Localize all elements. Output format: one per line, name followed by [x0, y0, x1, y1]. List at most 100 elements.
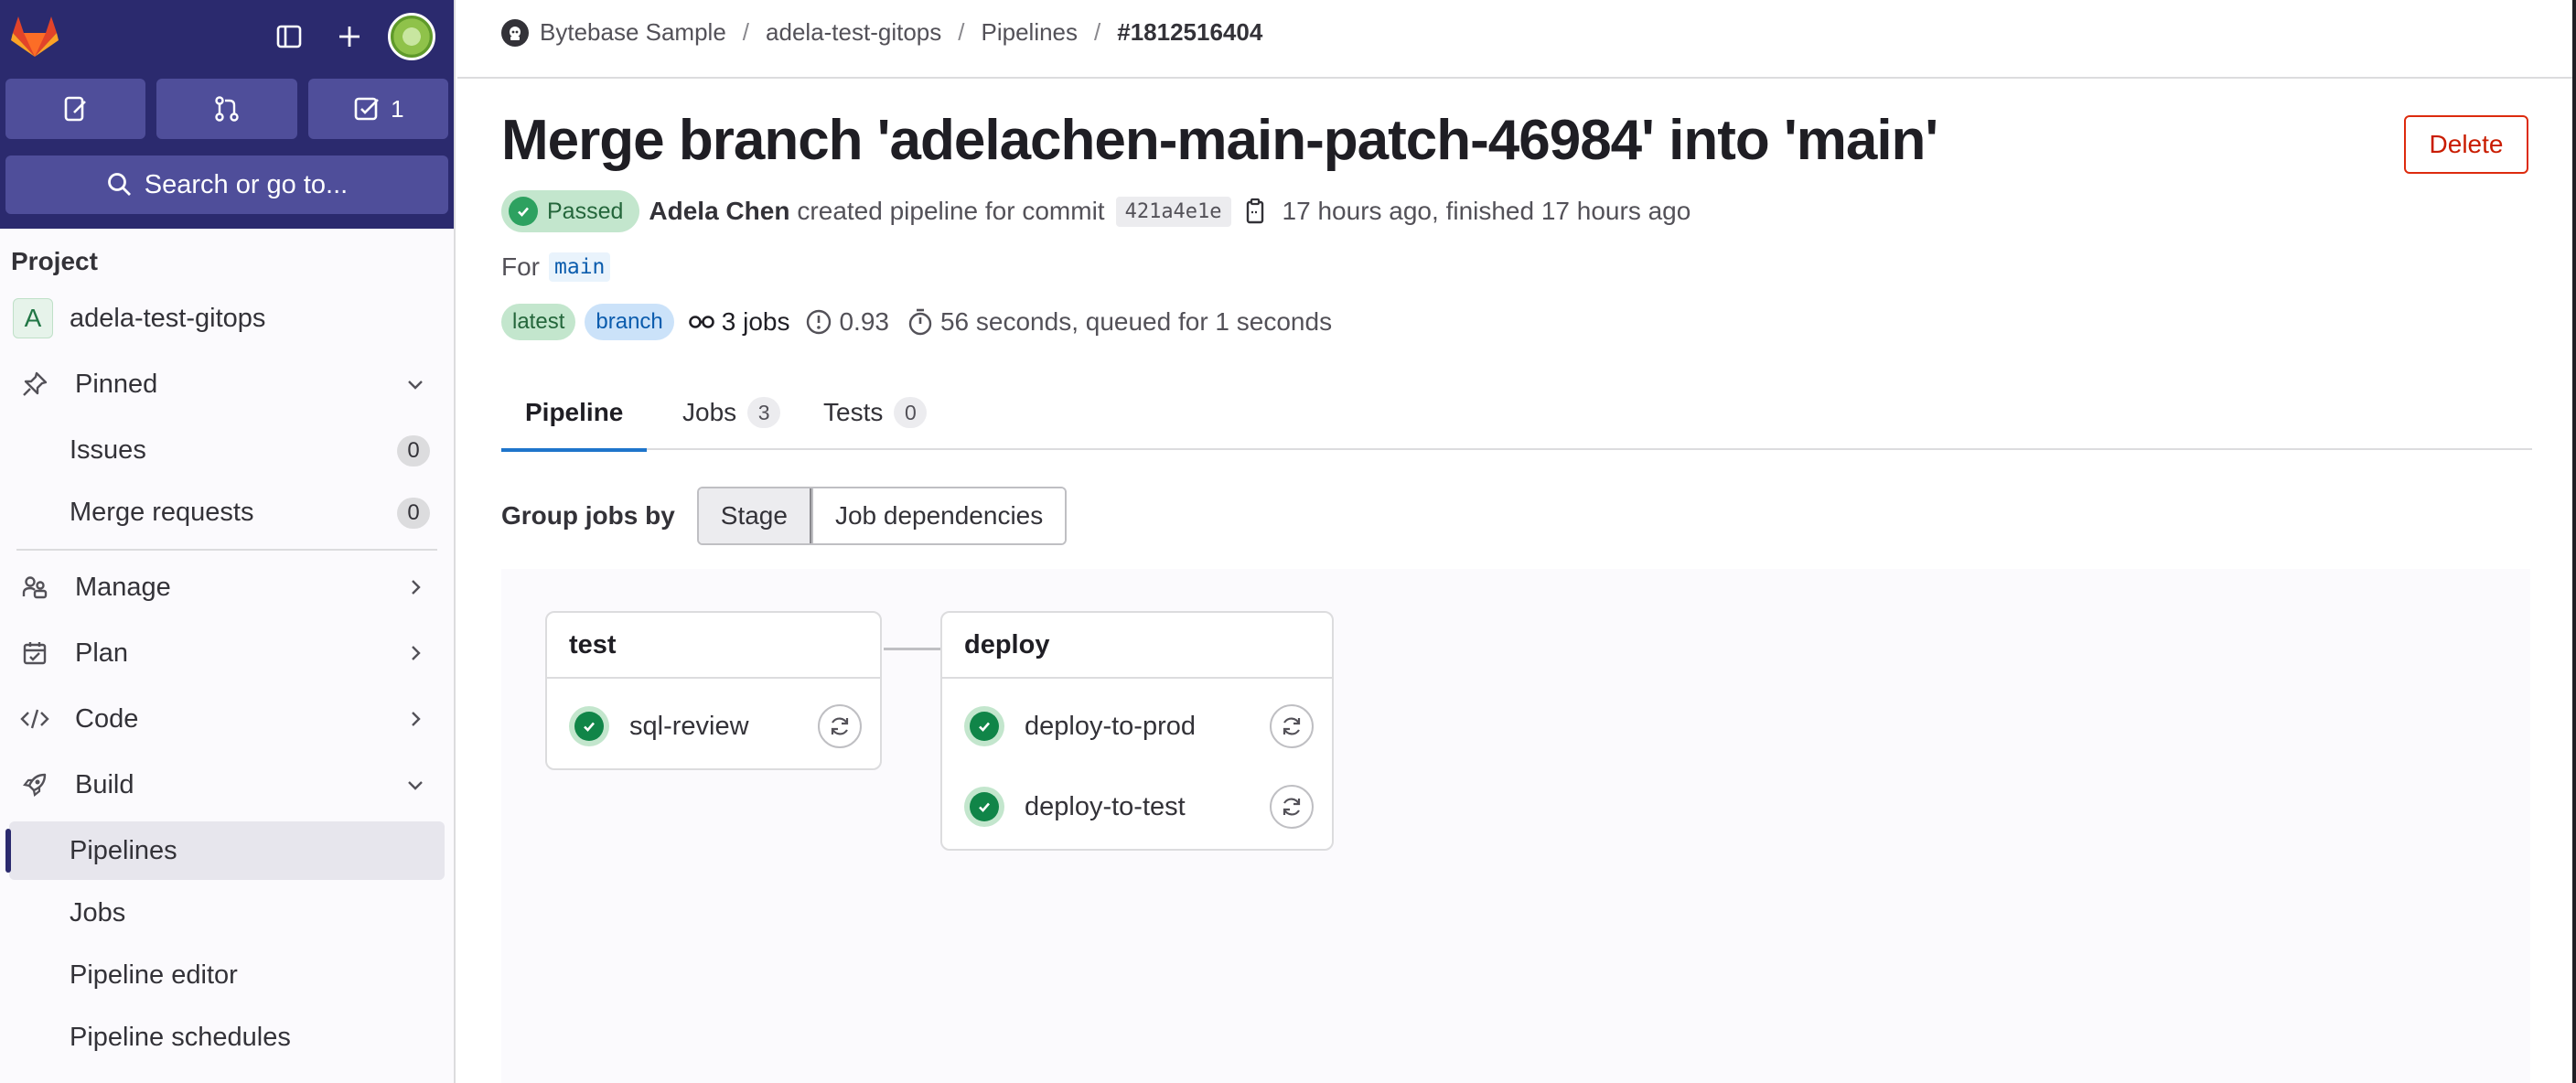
retry-icon[interactable]	[818, 704, 862, 748]
sidebar: 1 Search or go to... Project A adela-tes…	[0, 0, 456, 1083]
stage-connector	[884, 648, 944, 650]
plus-icon[interactable]	[329, 16, 370, 57]
timer-icon	[906, 307, 935, 337]
tab-tests[interactable]: Tests 0	[814, 375, 936, 450]
sidebar-item-code[interactable]: Code	[9, 690, 445, 748]
calendar-icon	[15, 633, 55, 673]
nav-divider	[16, 549, 437, 551]
todo-count: 1	[391, 94, 404, 123]
sidebar-item-jobs[interactable]: Jobs	[9, 884, 445, 942]
gitlab-logo-icon[interactable]	[9, 13, 60, 59]
group-avatar-icon	[501, 18, 529, 47]
sidebar-item-label: Plan	[75, 638, 129, 668]
project-avatar: A	[13, 298, 53, 338]
merge-requests-count-badge: 0	[397, 498, 430, 529]
time-text: 17 hours ago, finished 17 hours ago	[1282, 197, 1691, 225]
sidebar-item-pipelines[interactable]: Pipelines	[5, 821, 445, 880]
job-name: deploy-to-prod	[1025, 711, 1196, 741]
job-deploy-to-prod[interactable]: deploy-to-prod	[964, 701, 1314, 752]
sidebar-item-pinned[interactable]: Pinned	[9, 355, 445, 413]
group-toggle: Stage Job dependencies	[696, 487, 1068, 545]
sidebar-item-merge-requests[interactable]: Merge requests 0	[9, 483, 445, 542]
commit-sha[interactable]: 421a4e1e	[1115, 196, 1231, 227]
breadcrumb-pipelines[interactable]: Pipelines	[982, 18, 1079, 47]
todo-icon	[354, 97, 379, 121]
header-divider	[457, 77, 2576, 79]
retry-icon[interactable]	[1270, 785, 1314, 829]
search-icon	[107, 173, 131, 196]
status-badge[interactable]: Passed	[501, 190, 640, 232]
jobs-count: 3 jobs	[721, 307, 790, 336]
breadcrumb: Bytebase Sample / adela-test-gitops / Pi…	[501, 18, 1262, 47]
sidebar-item-label: Pipeline schedules	[70, 1022, 291, 1052]
sidebar-item-pipeline-schedules[interactable]: Pipeline schedules	[9, 1008, 445, 1067]
sidebar-item-label: Merge requests	[70, 497, 254, 527]
breadcrumb-pipeline-id[interactable]: #1812516404	[1117, 18, 1262, 47]
job-deploy-to-test[interactable]: deploy-to-test	[964, 781, 1314, 832]
status-label: Passed	[547, 198, 624, 224]
user-avatar[interactable]	[388, 13, 435, 60]
breadcrumb-separator: /	[1094, 18, 1101, 46]
duration-text: 56 seconds, queued for 1 seconds	[939, 307, 1333, 336]
tab-pipeline[interactable]: Pipeline	[501, 375, 648, 452]
author-link[interactable]: Adela Chen	[649, 197, 789, 226]
search-button[interactable]: Search or go to...	[5, 155, 448, 214]
retry-icon[interactable]	[1270, 704, 1314, 748]
users-icon	[15, 567, 55, 607]
sidebar-item-project[interactable]: A adela-test-gitops	[9, 289, 445, 348]
sidebar-item-label: Jobs	[70, 897, 126, 928]
breadcrumb-project[interactable]: adela-test-gitops	[766, 18, 941, 47]
chevron-right-icon	[412, 580, 421, 595]
sidebar-item-label: Pinned	[75, 369, 158, 399]
nav-section-title: Project	[11, 247, 98, 275]
group-jobs-label: Group jobs by	[501, 501, 675, 530]
sidebar-item-plan[interactable]: Plan	[9, 624, 445, 682]
sidebar-header: 1 Search or go to...	[0, 0, 454, 229]
sidebar-item-issues[interactable]: Issues 0	[9, 421, 445, 479]
merge-requests-button[interactable]	[156, 79, 297, 139]
sidebar-toggle-icon[interactable]	[269, 16, 309, 57]
job-sql-review[interactable]: sql-review	[569, 701, 862, 752]
sidebar-item-label: Code	[75, 703, 139, 734]
tab-label: Pipeline	[525, 398, 624, 426]
for-label: For	[501, 252, 540, 281]
merge-request-icon	[215, 96, 239, 122]
sidebar-item-label: Issues	[70, 434, 146, 465]
issues-icon	[64, 96, 86, 122]
copy-icon[interactable]	[1240, 197, 1270, 226]
main-content: Bytebase Sample / adela-test-gitops / Pi…	[457, 0, 2576, 1083]
sidebar-item-manage[interactable]: Manage	[9, 558, 445, 617]
sidebar-item-label: Build	[75, 769, 134, 799]
created-text: created pipeline for commit	[797, 197, 1105, 225]
sidebar-item-pipeline-editor[interactable]: Pipeline editor	[9, 946, 445, 1004]
coverage-value: 0.93	[839, 307, 889, 336]
job-name: sql-review	[629, 711, 749, 741]
tab-jobs[interactable]: Jobs 3	[673, 375, 789, 450]
success-icon	[569, 706, 609, 746]
tab-count: 3	[747, 397, 781, 428]
delete-button[interactable]: Delete	[2404, 115, 2528, 174]
todos-button[interactable]: 1	[307, 79, 448, 139]
job-name: deploy-to-test	[1025, 791, 1186, 821]
stage-title: test	[547, 613, 880, 679]
sidebar-item-label: adela-test-gitops	[70, 303, 266, 333]
sidebar-item-label: Pipeline editor	[70, 960, 238, 990]
success-icon	[964, 787, 1004, 827]
issues-count-badge: 0	[397, 435, 430, 466]
ref-link[interactable]: main	[549, 252, 611, 282]
search-label: Search or go to...	[144, 169, 349, 199]
page-title: Merge branch 'adelachen-main-patch-46984…	[501, 109, 1938, 172]
sidebar-item-build[interactable]: Build	[9, 756, 445, 814]
latest-badge: latest	[501, 304, 576, 340]
sidebar-item-label: Manage	[75, 572, 171, 602]
stage-deploy: deploy deploy-to-prod deploy-to-test	[940, 611, 1334, 851]
assigned-issues-button[interactable]	[5, 79, 146, 139]
group-jobs-by: Group jobs by Stage Job dependencies	[501, 487, 1068, 545]
coverage-icon	[804, 307, 833, 337]
group-by-dependencies-button[interactable]: Job dependencies	[810, 488, 1066, 543]
group-by-stage-button[interactable]: Stage	[698, 488, 811, 543]
check-circle-icon	[509, 197, 538, 226]
breadcrumb-group[interactable]: Bytebase Sample	[540, 18, 726, 47]
stage-title: deploy	[942, 613, 1332, 679]
chevron-right-icon	[412, 712, 421, 726]
